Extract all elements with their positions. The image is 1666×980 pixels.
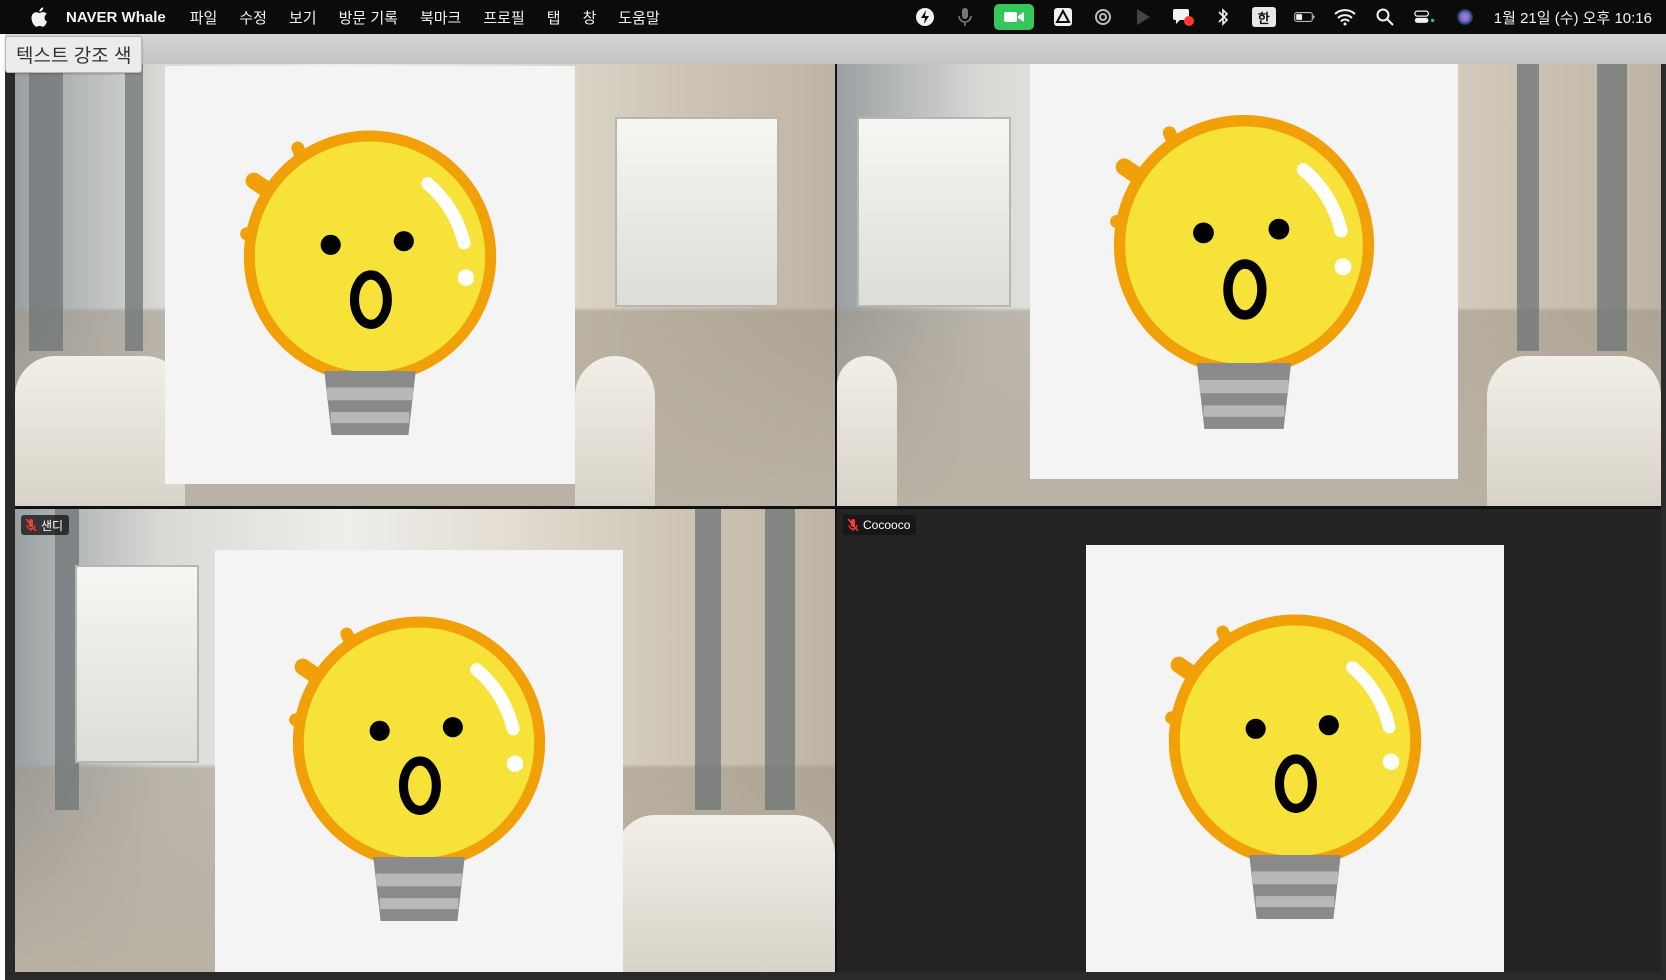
menu-edit[interactable]: 수정 xyxy=(239,7,267,28)
chat-icon[interactable] xyxy=(1172,6,1194,28)
clock[interactable]: 1월 21일 (수) 오후 10:16 xyxy=(1494,7,1652,28)
play-icon[interactable] xyxy=(1132,6,1154,28)
bolt-icon[interactable] xyxy=(914,6,936,28)
cloud-icon[interactable] xyxy=(1092,6,1114,28)
menu-history[interactable]: 방문 기록 xyxy=(339,7,398,28)
app-window: 텍스트 강조 색 샌디 Cocooco xyxy=(5,34,1666,980)
menu-bookmarks[interactable]: 북마크 xyxy=(420,7,461,28)
apple-menu-icon[interactable] xyxy=(28,6,50,28)
window-title-strip xyxy=(5,34,1666,64)
participant-tile[interactable]: 샌디 xyxy=(15,509,835,972)
microphone-icon[interactable] xyxy=(954,6,976,28)
camera-icon[interactable] xyxy=(993,4,1034,30)
control-center-icon[interactable] xyxy=(1413,6,1436,28)
menu-bar: NAVER Whale 파일 수정 보기 방문 기록 북마크 프로필 탭 창 도… xyxy=(0,0,1666,34)
participant-tile[interactable] xyxy=(837,64,1661,506)
participant-tile[interactable]: Cocooco xyxy=(837,509,1661,972)
drive-icon[interactable] xyxy=(1052,6,1074,28)
video-grid: 샌디 Cocooco xyxy=(15,64,1661,972)
wifi-icon[interactable] xyxy=(1334,6,1356,28)
mic-muted-icon xyxy=(847,518,859,532)
bluetooth-icon[interactable] xyxy=(1212,6,1234,28)
menu-file[interactable]: 파일 xyxy=(190,7,218,28)
menu-view[interactable]: 보기 xyxy=(289,7,317,28)
lightbulb-avatar xyxy=(1086,545,1504,972)
lightbulb-avatar xyxy=(165,66,575,484)
app-name-menu[interactable]: NAVER Whale xyxy=(66,9,166,26)
siri-icon[interactable] xyxy=(1454,6,1476,28)
menu-profile[interactable]: 프로필 xyxy=(483,7,524,28)
participant-tile[interactable] xyxy=(15,64,835,506)
input-method-icon[interactable]: 한 xyxy=(1251,7,1276,27)
lightbulb-avatar xyxy=(215,550,623,972)
participant-name-tag: 샌디 xyxy=(21,515,70,535)
battery-icon[interactable] xyxy=(1293,6,1316,28)
participant-name-tag: Cocooco xyxy=(843,515,917,535)
menu-window[interactable]: 창 xyxy=(583,7,597,28)
menu-tab[interactable]: 탭 xyxy=(547,7,561,28)
tooltip: 텍스트 강조 색 xyxy=(5,36,143,73)
lightbulb-avatar xyxy=(1030,64,1458,479)
participant-name: 샌디 xyxy=(41,518,64,533)
participant-name: Cocooco xyxy=(863,518,911,532)
mic-muted-icon xyxy=(25,518,37,532)
menu-help[interactable]: 도움말 xyxy=(618,7,659,28)
search-icon[interactable] xyxy=(1374,6,1396,28)
